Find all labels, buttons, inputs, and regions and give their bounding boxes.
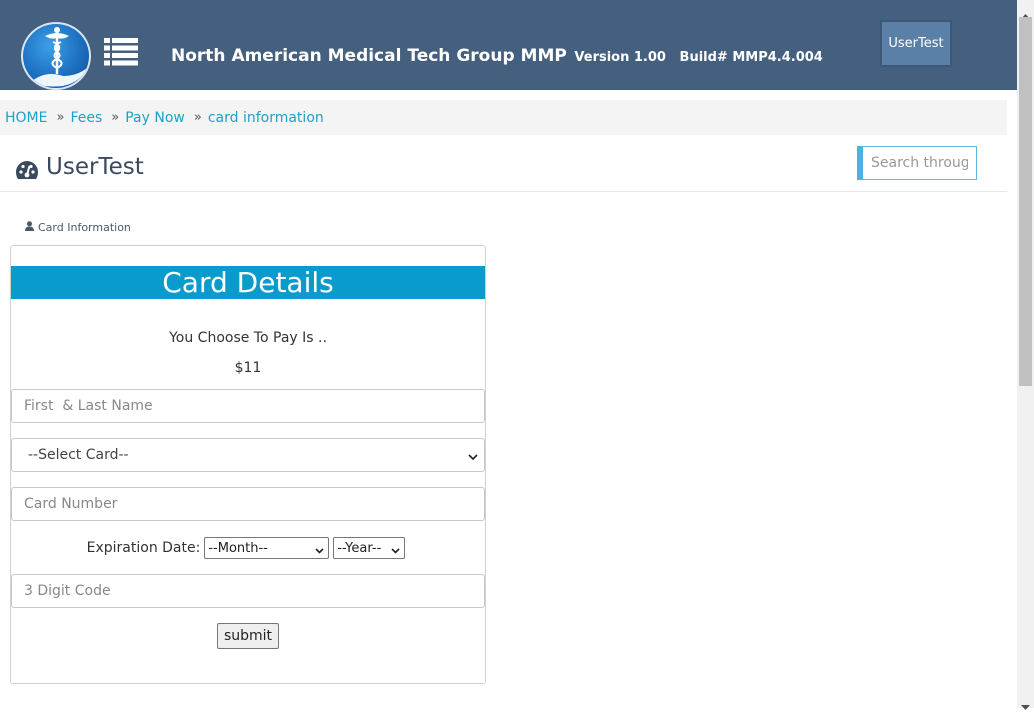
chevron-down-icon: [468, 450, 478, 461]
app-name: North American Medical Tech Group MMP: [171, 46, 567, 66]
dashboard-gauge-icon: [15, 160, 39, 180]
user-menu-button[interactable]: UserTest: [880, 20, 952, 67]
scroll-up-arrow-icon[interactable]: [1021, 5, 1030, 19]
cvv-field[interactable]: [11, 574, 485, 608]
page-title-row: UserTest: [0, 136, 1007, 192]
app-version: Version 1.00: [574, 50, 666, 65]
card-details-heading: Card Details: [11, 266, 485, 299]
app-brand: North American Medical Tech Group MMP Ve…: [171, 46, 823, 66]
breadcrumb-fees[interactable]: Fees: [70, 110, 102, 126]
month-select-value: --Month--: [208, 540, 268, 556]
pay-choice-text: You Choose To Pay Is ..: [169, 330, 327, 346]
card-number-field[interactable]: [11, 487, 485, 521]
month-select[interactable]: --Month--: [204, 537, 330, 559]
card-type-select-value: --Select Card--: [28, 447, 129, 463]
card-details-panel: Card Details You Choose To Pay Is .. $11…: [10, 245, 486, 684]
chevron-down-icon: [315, 544, 324, 554]
breadcrumb-separator: »: [193, 110, 202, 125]
card-information-label: Card Information: [25, 221, 131, 234]
search-input[interactable]: [857, 146, 977, 180]
chevron-down-icon: [391, 544, 400, 554]
breadcrumb-card-information[interactable]: card information: [208, 110, 324, 126]
expiration-row: Expiration Date: --Month-- --Year--: [11, 536, 485, 560]
user-icon: [25, 221, 34, 234]
page-title: UserTest: [46, 154, 144, 180]
year-select[interactable]: --Year--: [333, 537, 406, 559]
scrollbar-thumb[interactable]: [1019, 17, 1032, 386]
breadcrumb-separator: »: [111, 110, 120, 125]
scroll-down-arrow-icon[interactable]: [1021, 696, 1030, 710]
breadcrumb: HOME » Fees » Pay Now » card information: [0, 100, 1007, 135]
vertical-scrollbar[interactable]: [1017, 0, 1034, 710]
year-select-value: --Year--: [337, 540, 382, 556]
expiration-label: Expiration Date:: [86, 540, 201, 556]
app-build: Build# MMP4.4.004: [679, 50, 823, 65]
submit-button[interactable]: submit: [217, 623, 279, 649]
name-field[interactable]: [11, 389, 485, 423]
breadcrumb-home[interactable]: HOME: [5, 110, 47, 126]
page: North American Medical Tech Group MMP Ve…: [0, 0, 1017, 708]
card-information-text: Card Information: [38, 221, 131, 234]
breadcrumb-separator: »: [56, 110, 65, 125]
breadcrumb-pay-now[interactable]: Pay Now: [125, 110, 185, 126]
card-type-select[interactable]: --Select Card--: [11, 438, 485, 472]
list-menu-icon[interactable]: [104, 38, 138, 66]
top-header: North American Medical Tech Group MMP Ve…: [0, 0, 1017, 90]
caduceus-logo-icon[interactable]: [21, 22, 91, 90]
payment-amount: $11: [234, 360, 262, 376]
